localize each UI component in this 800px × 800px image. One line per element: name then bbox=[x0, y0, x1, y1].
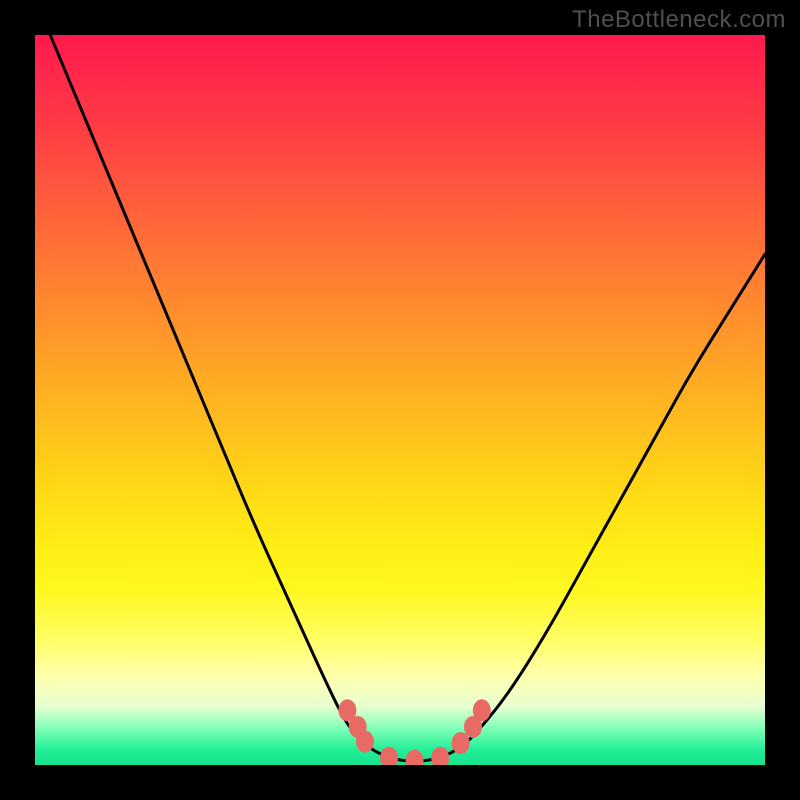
bottleneck-curve-line bbox=[35, 35, 765, 761]
curve-marker bbox=[473, 699, 491, 721]
curve-marker bbox=[406, 750, 424, 765]
curve-marker bbox=[356, 731, 374, 753]
chart-frame: TheBottleneck.com bbox=[0, 0, 800, 800]
curve-marker bbox=[452, 732, 470, 754]
watermark-text: TheBottleneck.com bbox=[572, 6, 786, 34]
curve-marker-group bbox=[338, 699, 490, 765]
curve-marker bbox=[380, 747, 398, 765]
curve-svg bbox=[35, 35, 765, 765]
curve-marker bbox=[431, 747, 449, 765]
plot-area bbox=[35, 35, 765, 765]
